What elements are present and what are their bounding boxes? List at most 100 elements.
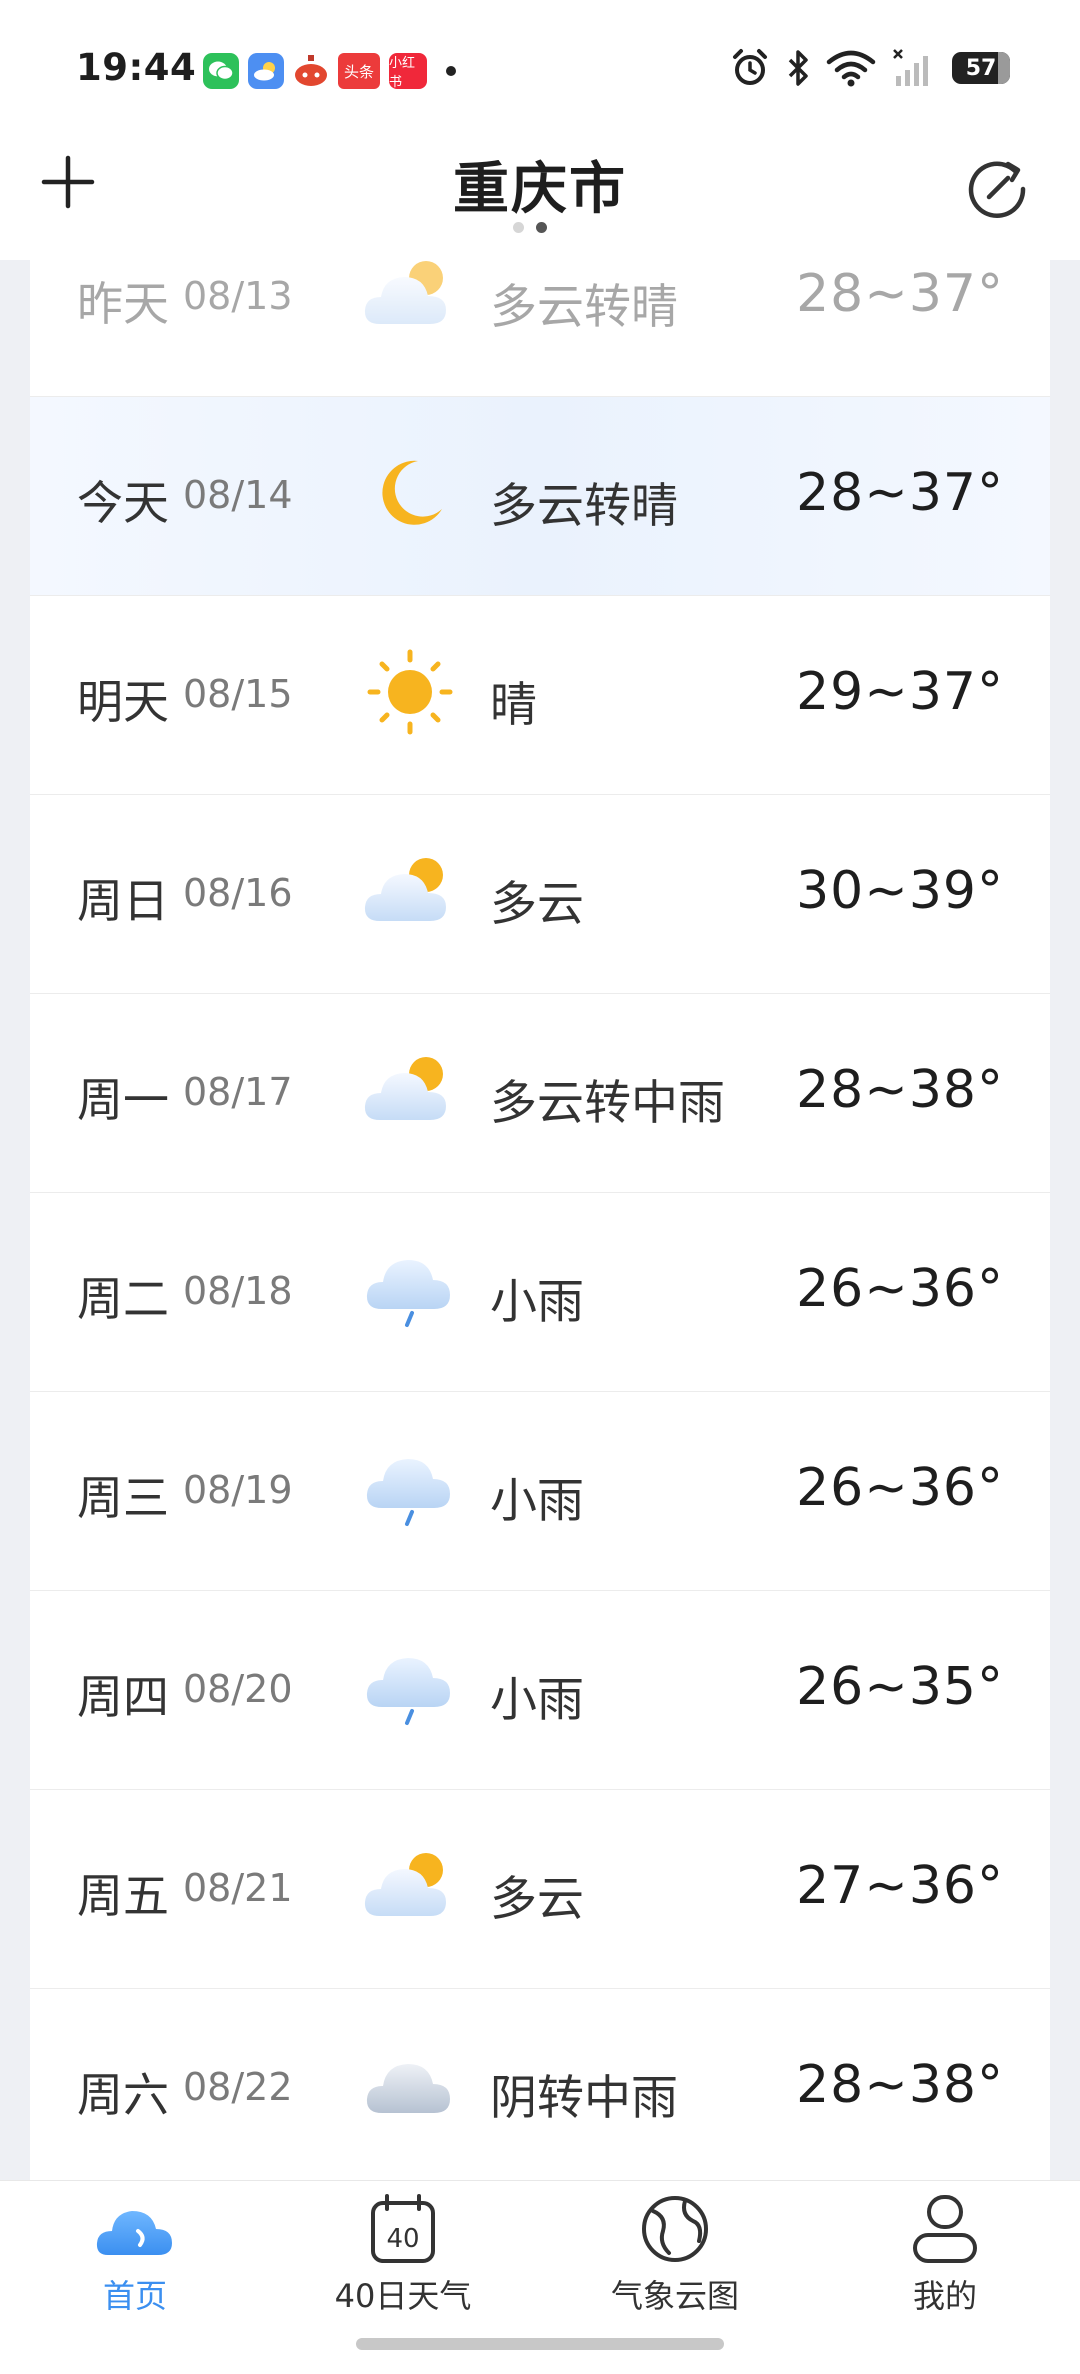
forecast-date: 08/19 (183, 1468, 293, 1512)
forecast-day: 周日 (77, 874, 169, 928)
status-time: 19:44 (76, 46, 197, 89)
forecast-row[interactable]: 明天 08/15 晴 29~37° (30, 596, 1050, 795)
page-dot (513, 222, 524, 233)
forecast-date: 08/15 (183, 672, 293, 716)
nav-40-day[interactable]: 40 40日天气 (303, 2191, 503, 2341)
wifi-icon (826, 50, 876, 87)
toutiao-icon: 头条 (338, 53, 380, 89)
forecast-day: 周五 (77, 1869, 169, 1923)
forecast-temperature: 26~36° (796, 1458, 1004, 1518)
forecast-day: 周二 (77, 1272, 169, 1326)
moon-icon (360, 443, 460, 543)
partly-cloudy-icon (360, 260, 460, 344)
light-rain-icon (360, 1239, 460, 1339)
partly-cloudy-icon (360, 841, 460, 941)
forecast-condition: 多云 (490, 1872, 584, 1927)
forecast-day: 今天 (77, 476, 169, 530)
forecast-condition: 小雨 (490, 1275, 584, 1330)
forecast-date: 08/22 (183, 2065, 293, 2109)
light-rain-icon (360, 1438, 460, 1538)
globe-icon (642, 2196, 708, 2262)
cloud-home-icon (96, 2211, 172, 2255)
calendar-40-icon: 40 (371, 2194, 435, 2263)
forecast-date: 08/13 (183, 274, 293, 318)
nav-satellite[interactable]: 气象云图 (575, 2191, 775, 2341)
nav-me[interactable]: 我的 (845, 2191, 1045, 2341)
light-rain-icon (360, 1637, 460, 1737)
forecast-day: 周一 (77, 1073, 169, 1127)
status-bar: 19:44 头条 小红书 57 (0, 0, 1080, 130)
forecast-row[interactable]: 周五 08/21 多云 27~36° (30, 1790, 1050, 1989)
forecast-temperature: 28~38° (796, 1060, 1004, 1120)
page-dot-active (536, 222, 547, 233)
nav-40-day-label: 40日天气 (334, 2277, 472, 2315)
forecast-temperature: 28~37° (796, 463, 1004, 523)
forecast-temperature: 28~38° (796, 2055, 1004, 2115)
forecast-temperature: 26~36° (796, 1259, 1004, 1319)
nav-home[interactable]: 首页 (35, 2191, 235, 2341)
header: 重庆市 (0, 130, 1080, 261)
forecast-list[interactable]: 昨天 08/13 多云转晴 28~37° 今天 08/14 多云转晴 28~37° 明天 08/1… (30, 260, 1050, 2180)
partly-cloudy-icon (360, 1836, 460, 1936)
partly-cloudy-icon (360, 1040, 460, 1140)
forecast-date: 08/16 (183, 871, 293, 915)
forecast-temperature: 27~36° (796, 1856, 1004, 1916)
nav-satellite-label: 气象云图 (610, 2277, 739, 2315)
forecast-row[interactable]: 今天 08/14 多云转晴 28~37° (30, 397, 1050, 596)
forecast-row[interactable]: 周日 08/16 多云 30~39° (30, 795, 1050, 994)
forecast-day: 周六 (77, 2068, 169, 2122)
xiaohongshu-label: 小红书 (389, 56, 416, 90)
page-indicator (513, 222, 547, 233)
home-indicator[interactable] (356, 2338, 724, 2350)
user-icon (913, 2195, 977, 2263)
nav-home-label: 首页 (102, 2277, 167, 2315)
sun-icon (360, 642, 460, 742)
forecast-condition: 小雨 (490, 1673, 584, 1728)
wechat-icon (203, 53, 239, 89)
bluetooth-icon (788, 50, 808, 86)
city-title: 重庆市 (453, 157, 627, 222)
list-margin-right (1050, 260, 1080, 2373)
forecast-condition: 多云转晴 (490, 479, 678, 534)
alarm-icon (733, 49, 767, 85)
forecast-row[interactable]: 周一 08/17 多云转中雨 28~38° (30, 994, 1050, 1193)
forecast-row[interactable]: 周二 08/18 小雨 26~36° (30, 1193, 1050, 1392)
nav-me-label: 我的 (912, 2277, 977, 2315)
forecast-temperature: 29~37° (796, 662, 1004, 722)
calendar-40-text: 40 (386, 2224, 419, 2254)
forecast-temperature: 28~37° (796, 264, 1004, 324)
forecast-day: 明天 (77, 675, 169, 729)
forecast-temperature: 30~39° (796, 861, 1004, 921)
forecast-day: 昨天 (77, 277, 169, 331)
forecast-condition: 阴转中雨 (490, 2071, 678, 2126)
overcast-icon (360, 2035, 460, 2135)
forecast-condition: 多云转中雨 (490, 1076, 725, 1131)
refresh-button[interactable] (964, 156, 1030, 222)
xiaohongshu-icon: 小红书 (389, 53, 427, 90)
toutiao-label: 头条 (343, 62, 374, 81)
forecast-date: 08/14 (183, 473, 293, 517)
system-icons: 57 (730, 46, 1010, 90)
forecast-date: 08/18 (183, 1269, 293, 1313)
forecast-date: 08/20 (183, 1667, 293, 1711)
forecast-row[interactable]: 昨天 08/13 多云转晴 28~37° (30, 260, 1050, 397)
battery-indicator: 57 (952, 52, 1010, 84)
forecast-date: 08/17 (183, 1070, 293, 1114)
forecast-day: 周三 (77, 1471, 169, 1525)
forecast-row[interactable]: 周四 08/20 小雨 26~35° (30, 1591, 1050, 1790)
lantern-app-icon (293, 53, 329, 89)
forecast-day: 周四 (77, 1670, 169, 1724)
forecast-date: 08/21 (183, 1866, 293, 1910)
forecast-condition: 小雨 (490, 1474, 584, 1529)
cellular-signal-icon (893, 49, 928, 86)
notification-icons: 头条 小红书 (203, 50, 456, 92)
battery-level: 57 (965, 55, 997, 81)
more-notifications-dot (446, 66, 456, 76)
forecast-row[interactable]: 周三 08/19 小雨 26~36° (30, 1392, 1050, 1591)
forecast-temperature: 26~35° (796, 1657, 1004, 1717)
forecast-condition: 多云 (490, 877, 584, 932)
weather-app-icon (248, 53, 284, 89)
forecast-row[interactable]: 周六 08/22 阴转中雨 28~38° (30, 1989, 1050, 2180)
list-margin-left (0, 260, 30, 2373)
forecast-condition: 多云转晴 (490, 280, 678, 335)
